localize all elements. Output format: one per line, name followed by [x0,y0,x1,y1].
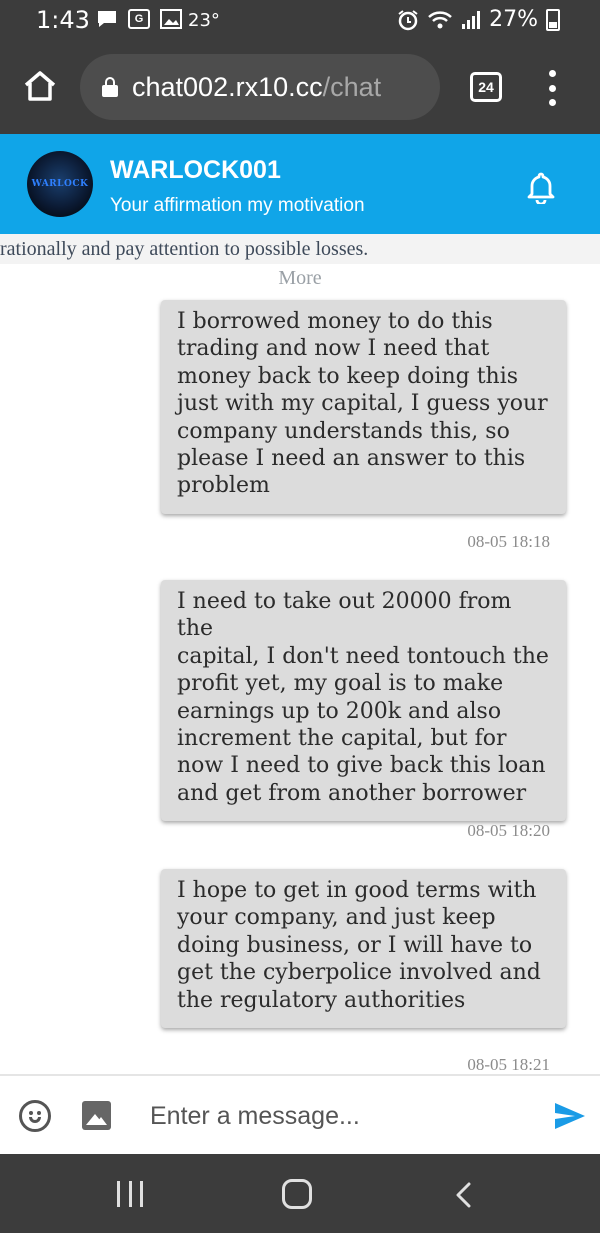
battery-icon [546,8,560,31]
chat-subtitle: Your affirmation my motivation [110,195,365,216]
image-upload-icon[interactable] [82,1101,111,1130]
message-line: capital, I don't need tontouch the [177,643,549,669]
chat-header: WARLOCK WARLOCK001 Your affirmation my m… [0,134,600,234]
system-nav-bar [0,1154,600,1233]
url-path: /chat [322,71,382,102]
avatar-logo-text: WARLOCK [31,179,89,189]
message-bubble: I hope to get in good terms with your co… [161,869,566,1029]
gallery-icon [160,9,182,29]
message-line: the regulatory authorities [177,987,466,1013]
emoji-icon[interactable] [19,1100,51,1132]
message-bubble: I need to take out 20000 from the capita… [161,580,566,822]
message-line: earnings up to 200k and also [177,698,502,724]
signal-icon [462,10,481,29]
avatar[interactable]: WARLOCK [27,151,93,217]
more-link[interactable]: More [0,264,600,294]
battery-percent: 27% [489,7,538,32]
wifi-icon [428,10,452,28]
message-bubble: I borrowed money to do this trading and … [161,300,566,514]
message-line: profit yet, my goal is to make [177,671,504,697]
message-line: your company, and just keep [177,905,496,931]
message-line: just with my capital, I guess your [177,391,548,417]
message-line: please I need an answer to this [177,446,526,472]
message-input[interactable] [150,1094,530,1138]
home-icon[interactable] [22,68,58,104]
message-line: get the cyberpolice involved and [177,960,541,986]
system-icons: 27% [397,7,560,32]
message-line: I need to take out 20000 from the [177,589,512,642]
message-line: I hope to get in good terms with [177,878,537,903]
tab-switcher-button[interactable]: 24 [470,72,502,102]
alarm-icon [398,9,418,30]
recent-apps-icon[interactable] [117,1181,143,1207]
message-time: 08-05 18:21 [467,1055,550,1074]
lock-icon [102,77,118,97]
address-bar[interactable]: chat002.rx10.cc/chat [80,54,440,120]
send-icon[interactable] [553,1100,587,1132]
message-line: money back to keep doing this [177,363,519,389]
risk-notice: rationally and pay attention to possible… [0,234,600,264]
chat-title: WARLOCK001 [110,156,281,184]
status-temperature: 23° [188,10,220,31]
message-line: doing business, or I will have to [177,932,533,958]
message-time: 08-05 18:18 [467,532,550,551]
more-menu-icon[interactable] [546,70,558,106]
message-line: I borrowed money to do this [177,309,493,334]
chat-bubble-icon [98,11,116,27]
status-bar: 1:43 G 23° 27% [0,0,600,40]
message-line: and get from another borrower [177,780,527,806]
translate-icon: G [128,9,150,29]
url-host: chat002.rx10.cc [132,71,323,102]
browser-toolbar: chat002.rx10.cc/chat 24 [0,40,600,134]
message-line: company understands this, so [177,418,510,444]
message-line: problem [177,473,270,499]
message-line: trading and now I need that [177,336,490,362]
message-list[interactable]: I borrowed money to do this trading and … [0,296,600,1074]
notification-icons: G [96,9,182,29]
message-line: increment the capital, but for [177,726,507,752]
message-line: now I need to give back this loan [177,753,546,779]
home-nav-icon[interactable] [282,1179,312,1209]
back-icon[interactable] [452,1182,476,1208]
bell-icon[interactable] [526,170,556,204]
message-composer [0,1074,600,1154]
status-time: 1:43 [36,6,90,34]
message-time: 08-05 18:20 [467,821,550,840]
